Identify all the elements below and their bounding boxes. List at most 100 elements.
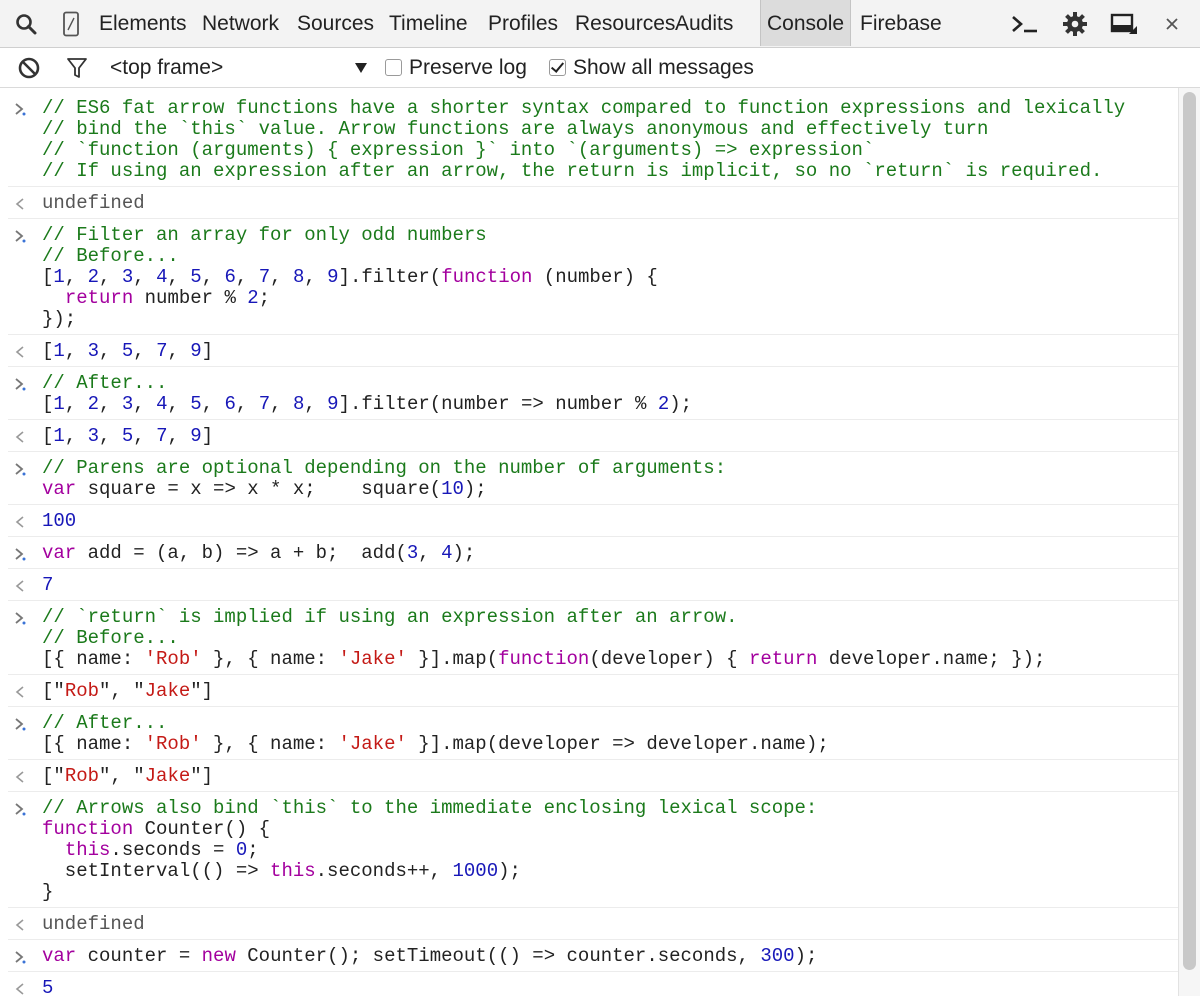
code-token-number: 5 xyxy=(121,340,134,362)
console-line: return number % 2; xyxy=(42,287,270,309)
code-token-keyword: var xyxy=(42,478,77,500)
code-token-number: 6 xyxy=(224,393,236,415)
console-result-entry[interactable]: undefined xyxy=(0,187,1178,218)
result-arrow-icon xyxy=(14,680,34,702)
code-token-plain: , xyxy=(133,266,157,288)
code-token-keyword: this xyxy=(270,860,316,882)
code-token-plain: , xyxy=(64,266,88,288)
tab-timeline[interactable]: Timeline xyxy=(389,0,468,46)
result-arrow-icon xyxy=(14,192,34,214)
console-input-entry[interactable]: // ES6 fat arrow functions have a shorte… xyxy=(0,92,1178,186)
filter-icon[interactable] xyxy=(64,48,90,87)
console-result-entry[interactable]: [1, 3, 5, 7, 9] xyxy=(0,335,1178,366)
code-token-plain: , xyxy=(201,393,225,415)
code-token-number: 7 xyxy=(156,340,168,362)
clear-console-icon[interactable] xyxy=(16,48,42,87)
console-input-entry[interactable]: // Parens are optional depending on the … xyxy=(0,452,1178,504)
show-all-messages-checkbox[interactable] xyxy=(549,59,566,76)
tab-firebase[interactable]: Firebase xyxy=(860,0,942,46)
console-result-entry[interactable]: [1, 3, 5, 7, 9] xyxy=(0,420,1178,451)
code-token-plain: ); xyxy=(794,945,818,967)
console-input-entry[interactable]: var counter = new Counter(); setTimeout(… xyxy=(0,940,1178,971)
input-prompt-icon xyxy=(14,372,34,394)
dropdown-arrow-icon[interactable] xyxy=(352,48,370,87)
tab-resources[interactable]: Resources xyxy=(575,0,675,46)
code-token-comment: // bind the `this` value. Arrow function… xyxy=(42,118,989,140)
console-line: // ES6 fat arrow functions have a shorte… xyxy=(42,97,1125,119)
code-token-number: 3 xyxy=(87,340,100,362)
preserve-log-checkbox[interactable] xyxy=(385,59,402,76)
search-icon[interactable] xyxy=(12,0,40,47)
code-token-number: 10 xyxy=(441,478,464,500)
code-token-plain: setInterval(() => xyxy=(42,860,271,882)
console-result-entry[interactable]: 100 xyxy=(0,505,1178,536)
console-line: setInterval(() => this.seconds++, 1000); xyxy=(42,860,521,882)
code-token-plain: }, { name: xyxy=(201,733,339,755)
code-token-string: 'Jake' xyxy=(338,733,407,755)
code-token-number: 9 xyxy=(190,340,202,362)
code-token-comment: // If using an expression after an arrow… xyxy=(42,160,1103,182)
code-token-plain: , xyxy=(133,393,157,415)
tab-sources[interactable]: Sources xyxy=(297,0,374,46)
console-line: }); xyxy=(42,308,76,330)
console-line: [{ name: 'Rob' }, { name: 'Jake' }].map(… xyxy=(42,648,1045,670)
console-line: function Counter() { xyxy=(42,818,270,840)
console-result-entry[interactable]: ["Rob", "Jake"] xyxy=(0,675,1178,706)
code-token-plain: }, { name: xyxy=(201,648,339,670)
code-token-comment: // Before... xyxy=(42,245,179,267)
code-token-plain: "] xyxy=(190,680,214,702)
tab-network[interactable]: Network xyxy=(202,0,279,46)
console-line: // `return` is implied if using an expre… xyxy=(42,606,738,628)
preserve-log-label: Preserve log xyxy=(409,55,527,79)
code-token-plain: } xyxy=(42,881,54,903)
tab-elements[interactable]: Elements xyxy=(99,0,187,46)
code-token-number: 2 xyxy=(87,266,100,288)
code-token-string: Jake xyxy=(144,680,191,702)
tab-audits[interactable]: Audits xyxy=(675,0,733,46)
preserve-log-option[interactable]: Preserve log xyxy=(385,48,527,87)
scrollbar-thumb[interactable] xyxy=(1183,92,1196,970)
code-token-plain: [" xyxy=(42,765,65,787)
context-select[interactable]: <top frame> xyxy=(110,48,223,87)
console-drawer-icon[interactable] xyxy=(1008,0,1042,47)
console-input-entry[interactable]: var add = (a, b) => a + b; add(3, 4); xyxy=(0,537,1178,568)
input-prompt-icon xyxy=(14,945,34,967)
console-result-entry[interactable]: 7 xyxy=(0,569,1178,600)
code-token-string: 'Jake' xyxy=(338,648,407,670)
result-arrow-icon xyxy=(14,765,34,787)
code-token-plain: , xyxy=(270,266,293,288)
tab-profiles[interactable]: Profiles xyxy=(488,0,558,46)
console-input-entry[interactable]: // Filter an array for only odd numbers /… xyxy=(0,219,1178,334)
console-input-entry[interactable]: // After... [1, 2, 3, 4, 5, 6, 7, 8, 9].f… xyxy=(0,367,1178,419)
console-line: var counter = new Counter(); setTimeout(… xyxy=(42,945,817,967)
console-scrollbar[interactable] xyxy=(1178,88,1200,996)
dock-side-icon[interactable] xyxy=(1108,0,1140,47)
tab-console[interactable]: Console xyxy=(760,0,852,46)
console-messages[interactable]: // ES6 fat arrow functions have a shorte… xyxy=(0,88,1178,996)
code-token-plain: , xyxy=(304,266,328,288)
console-filter-bar: <top frame> Preserve log Show all messag… xyxy=(0,48,1200,88)
console-input-entry[interactable]: // After...[{ name: 'Rob' }, { name: 'Ja… xyxy=(0,707,1178,759)
code-token-plain: , xyxy=(235,393,259,415)
console-result-entry[interactable]: undefined xyxy=(0,908,1178,939)
code-token-plain: , xyxy=(99,425,122,447)
code-token-comment: // After... xyxy=(42,712,168,734)
console-input-entry[interactable]: // `return` is implied if using an expre… xyxy=(0,601,1178,674)
code-token-comment: // Parens are optional depending on the … xyxy=(42,457,727,479)
console-result-entry[interactable]: ["Rob", "Jake"] xyxy=(0,760,1178,791)
code-token-plain: square = x => x * x; square( xyxy=(76,478,442,500)
code-token-plain: , xyxy=(167,266,191,288)
show-all-messages-option[interactable]: Show all messages xyxy=(549,48,754,87)
code-token-plain: , xyxy=(133,340,157,362)
code-token-comment: // ES6 fat arrow functions have a shorte… xyxy=(42,97,1126,119)
code-token-keyword: var xyxy=(42,945,77,967)
settings-gear-icon[interactable] xyxy=(1060,0,1090,47)
console-input-entry[interactable]: // Arrows also bind `this` to the immedi… xyxy=(0,792,1178,907)
code-token-plain: , xyxy=(201,266,225,288)
device-mode-icon[interactable] xyxy=(58,0,84,47)
console-result-entry[interactable]: 5 xyxy=(0,972,1178,996)
code-token-plain: .seconds++, xyxy=(315,860,453,882)
close-icon[interactable] xyxy=(1160,0,1184,47)
result-arrow-icon xyxy=(14,977,34,996)
code-token-plain: [" xyxy=(42,680,65,702)
